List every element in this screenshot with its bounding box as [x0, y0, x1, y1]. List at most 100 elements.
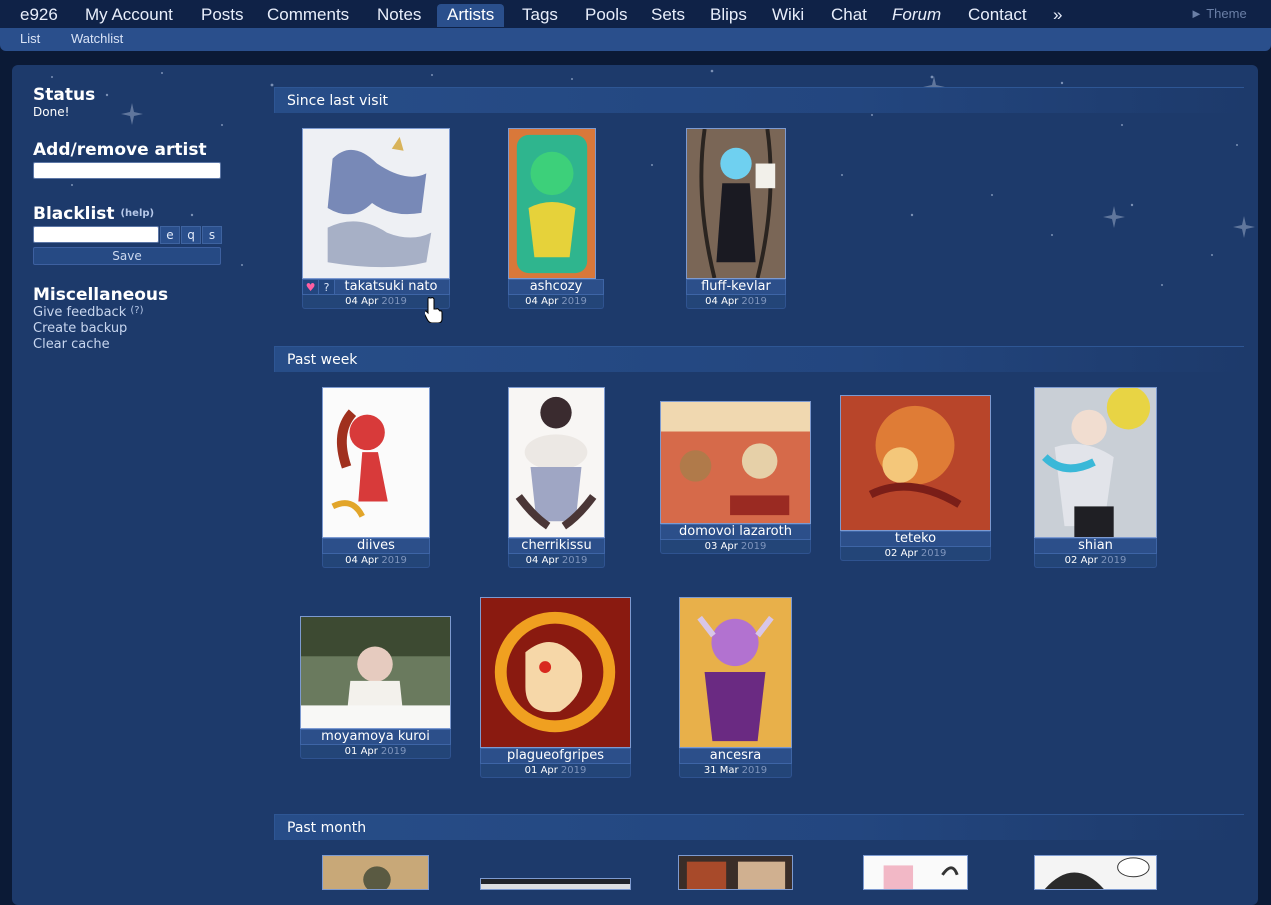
year-text: 2019	[560, 765, 587, 776]
subnav-list[interactable]: List	[20, 31, 40, 46]
artist-date: 02 Apr 2019	[840, 547, 991, 561]
year-text: 2019	[1100, 555, 1127, 566]
artist-card[interactable]: fluff-kevlar 04 Apr 2019	[686, 128, 786, 311]
nav-tags[interactable]: Tags	[512, 4, 568, 27]
nav-more-button[interactable]: »	[1043, 4, 1072, 27]
artist-name[interactable]: shian	[1034, 538, 1157, 554]
give-feedback-link[interactable]: Give feedback (?)	[33, 305, 144, 320]
hand-cursor-icon	[425, 297, 443, 323]
artist-card[interactable]: ashcozy 04 Apr 2019	[508, 128, 604, 311]
artist-card[interactable]: shian 02 Apr 2019	[1034, 387, 1157, 569]
nav-sets[interactable]: Sets	[641, 4, 695, 27]
date-text: 02 Apr	[884, 548, 918, 559]
create-backup-link[interactable]: Create backup	[33, 321, 127, 336]
artist-date: 04 Apr 2019	[322, 554, 430, 568]
year-text: 2019	[381, 555, 407, 566]
artist-thumbnail[interactable]	[678, 855, 793, 890]
artist-date: 01 Apr 2019	[480, 764, 631, 778]
artist-card[interactable]: ancesra 31 Mar 2019	[679, 597, 792, 779]
artist-thumbnail[interactable]	[679, 597, 792, 748]
artist-thumbnail[interactable]	[863, 855, 968, 890]
nav-pools[interactable]: Pools	[575, 4, 638, 27]
blacklist-s-button[interactable]: s	[202, 226, 222, 244]
year-text: 2019	[380, 746, 407, 757]
date-text: 01 Apr	[524, 765, 558, 776]
nav-contact[interactable]: Contact	[958, 4, 1037, 27]
date-text: 04 Apr	[345, 555, 379, 566]
artist-name[interactable]: plagueofgripes	[480, 748, 631, 764]
save-button[interactable]: Save	[33, 247, 221, 265]
artist-name[interactable]: fluff-kevlar	[686, 279, 786, 295]
clear-cache-link[interactable]: Clear cache	[33, 337, 110, 352]
artist-card[interactable]: moyamoya kuroi 01 Apr 2019	[300, 616, 451, 760]
artist-card[interactable]: ♥ ? takatsuki nato 04 Apr 2019	[302, 128, 450, 311]
artist-card[interactable]: diives 04 Apr 2019	[322, 387, 430, 569]
artist-name[interactable]: ashcozy	[508, 279, 604, 295]
artist-thumbnail[interactable]	[686, 128, 786, 279]
feedback-help-icon[interactable]: (?)	[130, 305, 143, 316]
nav-chat[interactable]: Chat	[821, 4, 877, 27]
artist-name[interactable]: moyamoya kuroi	[300, 729, 451, 745]
section-header-past-month: Past month	[274, 814, 1244, 840]
date-text: 02 Apr	[1064, 555, 1098, 566]
blacklist-q-button[interactable]: q	[181, 226, 201, 244]
blacklist-help-link[interactable]: (help)	[120, 208, 154, 219]
artist-thumbnail[interactable]	[508, 128, 596, 279]
artist-thumbnail[interactable]	[300, 616, 451, 729]
artist-name[interactable]: ♥ ? takatsuki nato	[302, 279, 450, 295]
subnav-watchlist[interactable]: Watchlist	[71, 31, 123, 46]
artist-name[interactable]: domovoi lazaroth	[660, 524, 811, 540]
question-button[interactable]: ?	[319, 280, 335, 294]
date-text: 31 Mar	[703, 765, 739, 776]
artist-thumbnail[interactable]	[1034, 387, 1157, 538]
nav-forum[interactable]: Forum	[882, 4, 951, 27]
nav-home[interactable]: e926	[10, 4, 68, 27]
blacklist-input[interactable]	[33, 226, 159, 243]
add-artist-input[interactable]	[33, 162, 221, 179]
artist-card[interactable]: plagueofgripes 01 Apr 2019	[480, 597, 631, 779]
artist-name[interactable]: diives	[322, 538, 430, 554]
artist-thumbnail[interactable]	[508, 387, 605, 538]
nav-posts[interactable]: Posts	[191, 4, 254, 27]
artist-thumbnail[interactable]	[322, 855, 429, 890]
artist-name-text[interactable]: takatsuki nato	[345, 280, 438, 294]
artist-card[interactable]: cherrikissu 04 Apr 2019	[508, 387, 605, 569]
artist-name[interactable]: teteko	[840, 531, 991, 547]
nav-wiki[interactable]: Wiki	[762, 4, 814, 27]
date-text: 04 Apr	[345, 296, 379, 307]
nav-artists[interactable]: Artists	[437, 4, 505, 27]
artist-thumbnail[interactable]	[302, 128, 450, 279]
nav-comments[interactable]: Comments	[257, 4, 359, 27]
artist-thumbnail[interactable]	[660, 401, 811, 524]
section-header-since-last-visit: Since last visit	[274, 87, 1244, 113]
date-text: 04 Apr	[705, 296, 739, 307]
artist-name[interactable]: ancesra	[679, 748, 792, 764]
artist-date: 02 Apr 2019	[1034, 554, 1157, 568]
artist-thumbnail[interactable]	[840, 395, 991, 531]
give-feedback-text[interactable]: Give feedback	[33, 305, 126, 320]
artist-date: 31 Mar 2019	[679, 764, 792, 778]
add-artist-heading: Add/remove artist	[33, 140, 207, 160]
blacklist-heading-text: Blacklist	[33, 204, 115, 224]
artist-name[interactable]: cherrikissu	[508, 538, 605, 554]
artist-thumbnail[interactable]	[322, 387, 430, 538]
section-header-past-week: Past week	[274, 346, 1244, 372]
artist-date: 03 Apr 2019	[660, 540, 811, 554]
blacklist-e-button[interactable]: e	[160, 226, 180, 244]
theme-toggle[interactable]: ► Theme	[1190, 6, 1247, 21]
nav-my-account[interactable]: My Account	[75, 4, 183, 27]
artist-thumbnail[interactable]	[480, 597, 631, 748]
nav-blips[interactable]: Blips	[700, 4, 757, 27]
date-text: 04 Apr	[525, 555, 559, 566]
main-navigation: e926 My Account Posts Comments Notes Art…	[0, 0, 1271, 29]
favorite-button[interactable]: ♥	[303, 280, 319, 294]
status-heading: Status	[33, 85, 96, 105]
artist-card[interactable]: domovoi lazaroth 03 Apr 2019	[660, 401, 811, 556]
sub-navigation: List Watchlist	[0, 28, 1271, 51]
artist-thumbnail[interactable]	[1034, 855, 1157, 890]
artist-card[interactable]: teteko 02 Apr 2019	[840, 395, 991, 561]
misc-heading: Miscellaneous	[33, 285, 169, 305]
artist-thumbnail[interactable]	[480, 878, 631, 890]
artist-date: 01 Apr 2019	[300, 745, 451, 759]
nav-notes[interactable]: Notes	[367, 4, 431, 27]
